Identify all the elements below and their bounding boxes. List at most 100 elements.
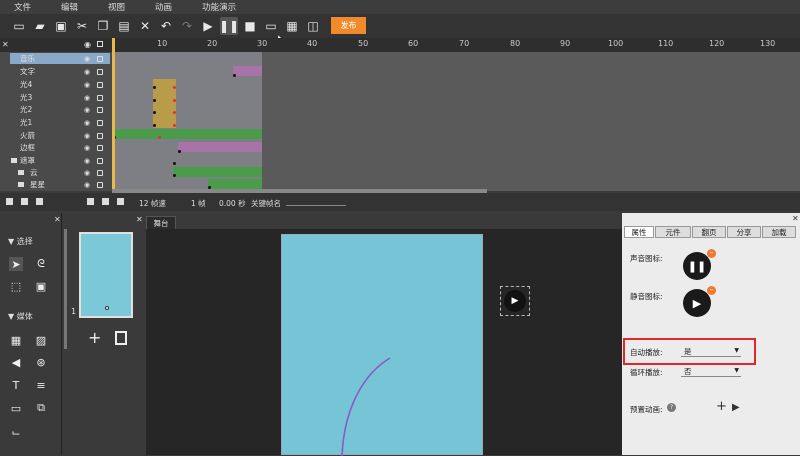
remove-badge-icon[interactable]: – xyxy=(707,249,716,258)
menu-animation[interactable]: 动画 xyxy=(155,1,172,13)
layer-row[interactable]: 光4 ◉ xyxy=(10,79,110,90)
grid-icon[interactable]: ▦ xyxy=(9,333,23,347)
publish-button[interactable]: 发布 xyxy=(331,17,366,34)
chart-icon[interactable]: ⌙ xyxy=(9,425,23,439)
menu-view[interactable]: 视图 xyxy=(108,1,125,13)
layer-row[interactable]: 音乐 ◉ xyxy=(10,53,110,64)
cut-icon[interactable]: ✂ xyxy=(73,17,91,35)
page-scrollbar[interactable] xyxy=(64,229,67,349)
comment-icon[interactable]: ▭ xyxy=(9,401,23,415)
rocket-path[interactable] xyxy=(282,235,484,456)
loop-select[interactable]: 否 ▼ xyxy=(681,366,741,377)
lock-icon[interactable] xyxy=(97,120,103,126)
remove-badge-icon[interactable]: – xyxy=(707,286,716,295)
preview-icon[interactable]: ▭ xyxy=(262,17,280,35)
eye-icon[interactable]: ◉ xyxy=(84,40,91,49)
page-thumbnail[interactable] xyxy=(79,232,133,318)
lock-icon[interactable] xyxy=(97,56,103,62)
eye-icon[interactable]: ◉ xyxy=(84,106,90,114)
eye-icon[interactable]: ◉ xyxy=(84,119,90,127)
keyframe[interactable] xyxy=(153,111,156,114)
keyframe[interactable] xyxy=(153,86,156,89)
paste-icon[interactable]: ▤ xyxy=(115,17,133,35)
undo-icon[interactable]: ↶ xyxy=(157,17,175,35)
eye-icon[interactable]: ◉ xyxy=(84,181,90,189)
transform-icon[interactable]: ⬚ xyxy=(9,279,23,293)
lock-icon[interactable] xyxy=(97,41,103,47)
layer-row[interactable]: 光2 ◉ xyxy=(10,104,110,115)
new-file-icon[interactable]: ▭ xyxy=(10,17,28,35)
import-page-icon[interactable] xyxy=(115,331,127,345)
sound-icon[interactable]: ◀ xyxy=(9,355,23,369)
eye-icon[interactable]: ◉ xyxy=(84,132,90,140)
eye-icon[interactable]: ◉ xyxy=(84,94,90,102)
tween-segment[interactable] xyxy=(112,129,262,139)
layer-row[interactable]: 边框 ◉ xyxy=(10,142,110,153)
tab-load[interactable]: 加载 xyxy=(762,226,796,238)
frame-tool-icon[interactable] xyxy=(102,198,109,205)
layer-row[interactable]: 星星 ◉ xyxy=(10,179,110,190)
open-folder-icon[interactable]: ▰ xyxy=(31,17,49,35)
lock-icon[interactable] xyxy=(97,182,103,188)
menu-edit[interactable]: 编辑 xyxy=(61,1,78,13)
lock-icon[interactable] xyxy=(97,107,103,113)
menu-file[interactable]: 文件 xyxy=(14,1,31,13)
close-icon[interactable]: ✕ xyxy=(136,215,143,224)
tween-segment[interactable] xyxy=(208,179,262,189)
paragraph-icon[interactable]: ≡ xyxy=(34,378,48,392)
keyframe[interactable] xyxy=(173,86,176,89)
keyframe[interactable] xyxy=(173,162,176,165)
play-icon[interactable]: ▶ xyxy=(683,289,711,317)
keyframe[interactable] xyxy=(173,99,176,102)
tween-segment[interactable] xyxy=(173,167,262,177)
tween-segment[interactable] xyxy=(233,66,262,76)
close-icon[interactable]: ✕ xyxy=(792,214,799,223)
close-icon[interactable]: ✕ xyxy=(54,215,61,224)
stop-icon[interactable]: ■ xyxy=(241,17,259,35)
lock-icon[interactable] xyxy=(97,133,103,139)
delete-icon[interactable]: ✕ xyxy=(136,17,154,35)
keyframe[interactable] xyxy=(178,150,181,153)
tab-flip[interactable]: 翻页 xyxy=(692,226,726,238)
play-animation-icon[interactable]: ▶ xyxy=(732,402,740,413)
keyframe[interactable] xyxy=(153,99,156,102)
music-button-widget[interactable]: ▶ xyxy=(500,286,530,316)
export-icon[interactable]: ◫ xyxy=(304,17,322,35)
frame-tool-icon[interactable] xyxy=(117,198,124,205)
lock-icon[interactable] xyxy=(97,145,103,151)
eye-icon[interactable]: ◉ xyxy=(84,68,90,76)
layer-row[interactable]: 光1 ◉ xyxy=(10,117,110,128)
text-icon[interactable]: T xyxy=(9,378,23,392)
lock-icon[interactable] xyxy=(97,95,103,101)
keyframe[interactable] xyxy=(153,124,156,127)
playhead[interactable] xyxy=(112,38,115,191)
save-icon[interactable]: ▣ xyxy=(52,17,70,35)
keyframe[interactable] xyxy=(173,111,176,114)
keyframe-name-input[interactable] xyxy=(286,205,346,206)
eye-icon[interactable]: ◉ xyxy=(84,157,90,165)
eye-icon[interactable]: ◉ xyxy=(84,55,90,63)
layer-row[interactable]: 文字 ◉ xyxy=(10,66,110,77)
help-icon[interactable]: ? xyxy=(667,403,676,412)
eye-icon[interactable]: ◉ xyxy=(84,81,90,89)
keyframe[interactable] xyxy=(173,124,176,127)
crop-icon[interactable]: ▣ xyxy=(34,279,48,293)
delete-layer-icon[interactable] xyxy=(36,198,43,205)
tab-components[interactable]: 元件 xyxy=(655,226,691,238)
tween-segment[interactable] xyxy=(178,142,262,152)
close-icon[interactable]: ✕ xyxy=(2,40,9,49)
eye-icon[interactable]: ◉ xyxy=(84,169,90,177)
add-folder-icon[interactable] xyxy=(21,198,28,205)
copy-icon[interactable]: ❐ xyxy=(94,17,112,35)
qrcode-icon[interactable]: ▦ xyxy=(283,17,301,35)
tab-stage[interactable]: 舞台 xyxy=(146,216,176,229)
tab-share[interactable]: 分享 xyxy=(727,226,761,238)
layer-row[interactable]: 云 ◉ xyxy=(10,167,110,178)
add-animation-icon[interactable]: + xyxy=(716,399,727,414)
keyframe[interactable] xyxy=(233,74,236,77)
stage-canvas[interactable] xyxy=(281,234,484,456)
film-icon[interactable]: ⊛ xyxy=(34,355,48,369)
tab-properties[interactable]: 属性 xyxy=(624,226,654,238)
lock-icon[interactable] xyxy=(97,82,103,88)
lock-icon[interactable] xyxy=(97,158,103,164)
